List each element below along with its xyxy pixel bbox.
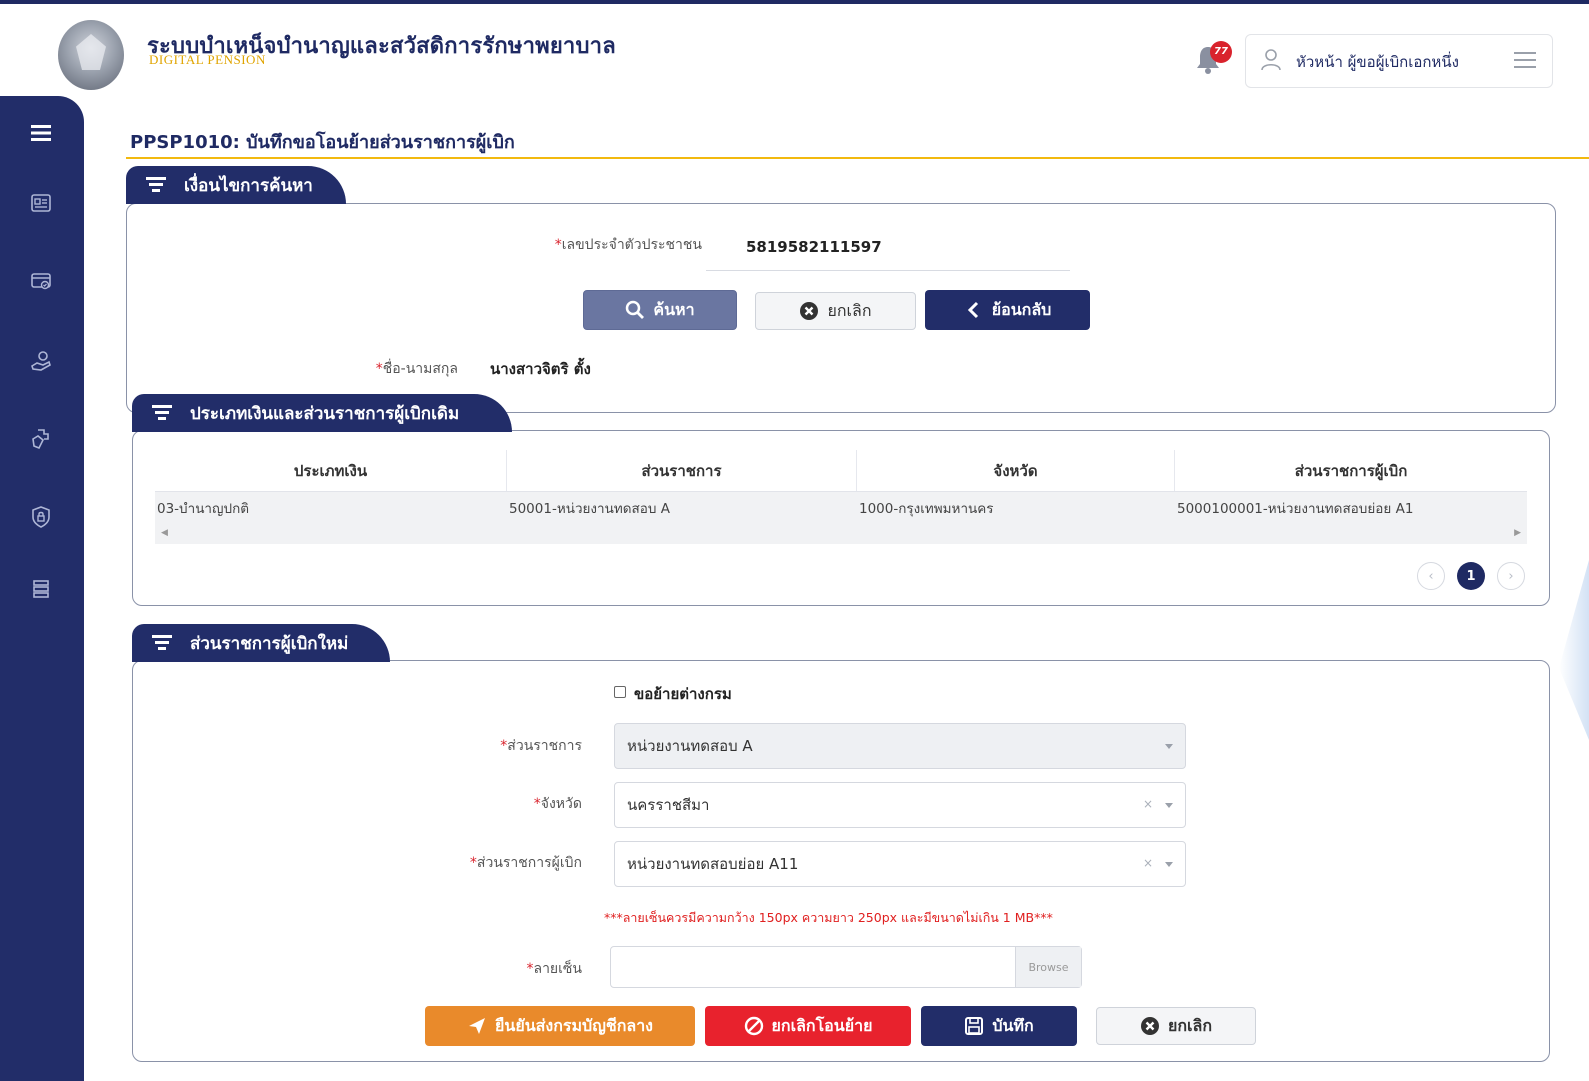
chevron-left-icon [967, 301, 978, 319]
payment-card-icon[interactable] [26, 266, 56, 296]
send-icon [469, 1018, 486, 1034]
new-agency-title: ส่วนราชการผู้เบิกใหม่ [190, 633, 349, 654]
chevron-left-icon: ‹ [1428, 568, 1434, 584]
name-label: *ชื่อ-นามสกุล [375, 361, 458, 377]
chevron-down-icon [1165, 803, 1173, 808]
table-cell: 1000-กรุงเทพมหานคร [859, 501, 994, 517]
transfer-department-checkbox[interactable] [614, 686, 626, 698]
cancel-button[interactable]: ยกเลิก [1096, 1007, 1256, 1045]
ban-icon [744, 1016, 763, 1036]
chevron-down-icon [1165, 744, 1173, 749]
old-agency-title: ประเภทเงินและส่วนราชการผู้เบิกเดิม [190, 403, 460, 424]
prev-page-button[interactable]: ‹ [1417, 562, 1445, 590]
province-select[interactable]: นครราชสีมา × [614, 782, 1186, 828]
old-agency-tab: ประเภทเงินและส่วนราชการผู้เบิกเดิม [132, 394, 512, 432]
sub-agency-select[interactable]: หน่วยงานทดสอบย่อย A11 × [614, 841, 1186, 887]
treasury-logo [58, 20, 124, 90]
scroll-left-icon[interactable]: ◀ [161, 528, 168, 538]
table-cell: 5000100001-หน่วยงานทดสอบย่อย A1 [1177, 501, 1414, 517]
column-header[interactable]: จังหวัด [857, 450, 1175, 491]
menu-toggle-icon[interactable] [26, 118, 56, 148]
search-button[interactable]: ค้นหา [583, 290, 737, 330]
table-cell: 03-บำนาญปกติ [157, 501, 250, 517]
close-circle-icon [800, 302, 819, 320]
cancel-transfer-button[interactable]: ยกเลิกโอนย้าย [705, 1006, 911, 1046]
title-divider [126, 157, 1589, 159]
name-value: นางสาวจิตริ ตั้ง [490, 360, 591, 378]
horizontal-scrollbar[interactable]: ◀ ▶ [155, 524, 1527, 544]
sub-agency-label: *ส่วนราชการผู้เบิก [469, 855, 582, 871]
save-button[interactable]: บันทึก [921, 1006, 1077, 1046]
id-value: 5819582111597 [746, 238, 882, 256]
user-icon [1261, 49, 1281, 71]
database-icon[interactable] [26, 574, 56, 604]
back-button[interactable]: ย้อนกลับ [925, 290, 1090, 330]
user-menu[interactable]: หัวหน้า ผู้ขอผู้เบิกเอกหนึ่ง [1245, 34, 1553, 88]
money-hand-icon[interactable] [26, 346, 56, 376]
page-title: PPSP1010: บันทึกขอโอนย้ายส่วนราชการผู้เบ… [130, 132, 515, 153]
lock-shield-icon[interactable] [26, 502, 56, 532]
scroll-right-icon[interactable]: ▶ [1514, 528, 1521, 538]
close-circle-icon [1140, 1017, 1159, 1035]
filter-icon [152, 405, 172, 421]
chevron-down-icon [1165, 862, 1173, 867]
app-subtitle: DIGITAL PENSION [149, 52, 266, 67]
confirm-send-button[interactable]: ยืนยันส่งกรมบัญชีกลาง [425, 1006, 695, 1046]
browse-button[interactable]: Browse [1015, 947, 1081, 987]
filter-icon [152, 635, 172, 651]
clear-icon[interactable]: × [1143, 856, 1153, 870]
search-section-tab: เงื่อนไขการค้นหา [126, 166, 346, 204]
id-card-icon[interactable] [26, 188, 56, 218]
id-label: *เลขประจำตัวประชาชน [554, 237, 702, 253]
column-header[interactable]: ส่วนราชการผู้เบิก [1175, 450, 1527, 491]
background-decoration [1559, 560, 1589, 740]
filter-icon [146, 177, 166, 193]
medical-hand-icon[interactable] [26, 424, 56, 454]
agency-label: *ส่วนราชการ [500, 738, 582, 754]
new-agency-tab: ส่วนราชการผู้เบิกใหม่ [132, 624, 390, 662]
id-underline [706, 270, 1070, 271]
table-row[interactable]: 03-บำนาญปกติ 50001-หน่วยงานทดสอบ A 1000-… [155, 492, 1527, 524]
notification-badge: 77 [1210, 41, 1232, 63]
agency-select[interactable]: หน่วยงานทดสอบ A [614, 723, 1186, 769]
chevron-right-icon: › [1508, 568, 1514, 584]
clear-icon[interactable]: × [1143, 797, 1153, 811]
province-label: *จังหวัด [533, 796, 582, 812]
signature-label: *ลายเซ็น [526, 961, 582, 977]
cancel-search-button[interactable]: ยกเลิก [755, 292, 916, 330]
user-name: หัวหน้า ผู้ขอผู้เบิกเอกหนึ่ง [1296, 53, 1459, 71]
search-section-title: เงื่อนไขการค้นหา [184, 175, 313, 196]
old-agency-table: ประเภทเงิน ส่วนราชการ จังหวัด ส่วนราชการ… [155, 450, 1527, 544]
next-page-button[interactable]: › [1497, 562, 1525, 590]
save-icon [965, 1017, 984, 1035]
column-header[interactable]: ส่วนราชการ [507, 450, 857, 491]
app-header: ระบบบำเหน็จบำนาญและสวัสดิการรักษาพยาบาล … [0, 0, 1589, 96]
search-icon [626, 300, 645, 319]
column-header[interactable]: ประเภทเงิน [155, 450, 507, 491]
hamburger-icon[interactable] [1514, 52, 1536, 68]
transfer-department-label: ขอย้ายต่างกรม [634, 685, 732, 703]
sidebar [0, 96, 84, 1081]
signature-file-input[interactable]: Browse [610, 946, 1082, 988]
page-number[interactable]: 1 [1457, 562, 1485, 590]
table-cell: 50001-หน่วยงานทดสอบ A [509, 501, 670, 517]
signature-note: ***ลายเซ็นควรมีความกว้าง 150px ความยาว 2… [604, 910, 1053, 925]
table-header: ประเภทเงิน ส่วนราชการ จังหวัด ส่วนราชการ… [155, 450, 1527, 492]
